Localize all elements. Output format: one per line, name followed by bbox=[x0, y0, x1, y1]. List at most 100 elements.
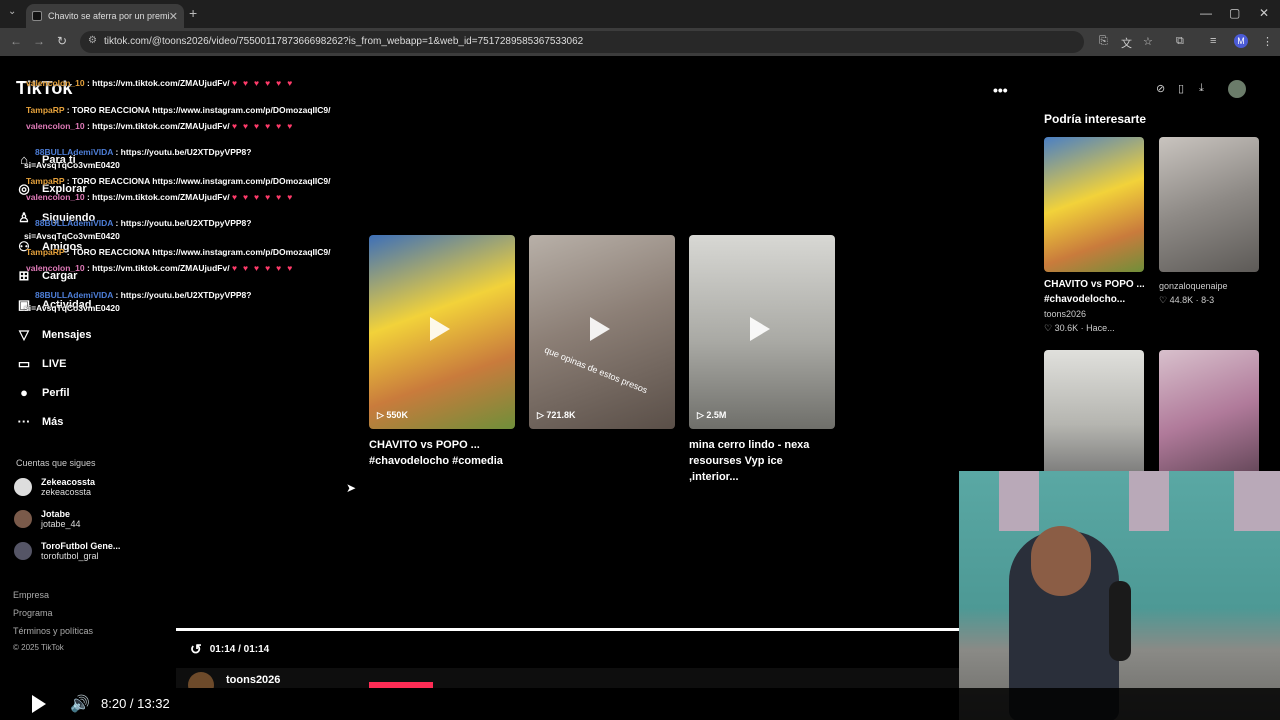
wall-poster bbox=[999, 471, 1039, 531]
messages-icon: ▽ bbox=[19, 327, 29, 342]
video-time-text: 01:14 / 01:14 bbox=[209, 644, 270, 655]
window-close-icon[interactable]: ✕ bbox=[1259, 6, 1269, 20]
footer-link-empresa[interactable]: Empresa bbox=[13, 590, 49, 600]
tab-search-icon[interactable]: ⌄ bbox=[8, 6, 16, 17]
replay-icon[interactable]: ↺ bbox=[190, 641, 202, 658]
chat-message: 88BULLAdemiVIDA : https://youtu.be/U2XTD… bbox=[35, 147, 251, 157]
recommended-hashtags: #chavodelocho... bbox=[1044, 294, 1126, 305]
reading-list-icon[interactable]: ≡ bbox=[1210, 35, 1216, 47]
account-handle: zekeacossta bbox=[41, 487, 92, 497]
chat-text: : https://youtu.be/U2XTDpyVPP8? bbox=[113, 290, 252, 300]
video-card[interactable]: ▷ 550K CHAVITO vs POPO ... #chavodelocho… bbox=[369, 235, 515, 469]
site-info-icon[interactable]: ⚙ bbox=[88, 35, 97, 46]
video-thumbnail[interactable]: ▷ 550K bbox=[369, 235, 515, 429]
recommended-video[interactable]: CHAVITO vs POPO ... #chavodelocho... too… bbox=[1044, 137, 1144, 335]
minimize-icon[interactable]: — bbox=[1200, 6, 1212, 20]
recommended-thumbnail[interactable] bbox=[1159, 350, 1259, 485]
video-thumbnail[interactable]: ▷ 2.5M bbox=[689, 235, 835, 429]
chat-message: 88BULLAdemiVIDA : https://youtu.be/U2XTD… bbox=[35, 218, 251, 228]
sidebar-item-live[interactable]: ▭ LIVE bbox=[16, 356, 67, 372]
recommended-thumbnail[interactable] bbox=[1044, 350, 1144, 485]
browser-tab-strip: ⌄ Chavito se aferra por un premi ✕ + — ▢… bbox=[0, 0, 1280, 28]
extensions-icon[interactable]: ⧉ bbox=[1176, 35, 1184, 48]
following-icon: ♙ bbox=[18, 210, 30, 225]
bookmark-star-icon[interactable]: ☆ bbox=[1143, 35, 1153, 48]
chat-message: si=AvsqTqCo3vmE0420 bbox=[24, 231, 120, 241]
chat-user: TampaRP bbox=[26, 105, 65, 115]
video-title[interactable]: mina cerro lindo - nexa resourses Vyp ic… bbox=[689, 437, 835, 485]
recommended-video[interactable] bbox=[1044, 350, 1144, 485]
author-name[interactable]: toons2026 bbox=[226, 674, 280, 686]
recommended-likes: ♡ 30.6K · Hace... bbox=[1044, 323, 1115, 333]
following-account[interactable]: Jotabe jotabe_44 bbox=[14, 509, 81, 529]
footer-link-terminos[interactable]: Términos y políticas bbox=[13, 626, 93, 636]
chat-text: si=AvsqTqCo3vmE0420 bbox=[24, 303, 120, 313]
video-progress-bar[interactable] bbox=[176, 628, 960, 631]
forward-icon[interactable]: → bbox=[33, 34, 45, 48]
chat-user: valencolon_10 bbox=[26, 263, 85, 273]
install-app-icon[interactable]: ⎘ bbox=[1099, 35, 1108, 48]
hearts-icon: ♥♥♥♥♥♥ bbox=[231, 78, 299, 88]
stream-player-controls: 🔊 8:20 / 13:32 bbox=[0, 688, 1280, 720]
translate-icon[interactable]: 文 bbox=[1121, 35, 1132, 51]
more-icon: ··· bbox=[17, 414, 31, 429]
download-icon[interactable]: ⤓ bbox=[1199, 82, 1204, 95]
video-thumbnail[interactable]: que opinas de estos presos ▷ 721.8K bbox=[529, 235, 675, 429]
recommended-thumbnail[interactable] bbox=[1159, 137, 1259, 272]
chat-user: valencolon_10 bbox=[26, 78, 85, 88]
play-icon bbox=[430, 317, 450, 341]
autoscroll-icon[interactable]: ⊘ bbox=[1156, 82, 1165, 95]
chat-text: si=AvsqTqCo3vmE0420 bbox=[24, 231, 120, 241]
microphone bbox=[1109, 581, 1131, 661]
video-card[interactable]: ▷ 2.5M mina cerro lindo - nexa resourses… bbox=[689, 235, 835, 485]
back-icon[interactable]: ← bbox=[10, 34, 22, 48]
sidebar-item-label: Mensajes bbox=[42, 329, 92, 341]
author-avatar[interactable] bbox=[188, 672, 214, 688]
browser-tab[interactable]: Chavito se aferra por un premi ✕ bbox=[26, 4, 184, 28]
account-handle: jotabe_44 bbox=[41, 519, 81, 529]
recommended-video[interactable]: gonzaloquenaipe ♡ 44.8K · 8-3 bbox=[1159, 137, 1259, 307]
video-title[interactable]: CHAVITO vs POPO ... #chavodelocho #comed… bbox=[369, 437, 515, 469]
view-count: ▷ 550K bbox=[377, 410, 408, 420]
chat-message: valencolon_10 : https://vm.tiktok.com/ZM… bbox=[26, 121, 298, 131]
sidebar-item-label: Más bbox=[42, 415, 64, 428]
chat-message: si=AvsqTqCo3vmE0420 bbox=[24, 160, 120, 170]
address-bar[interactable]: ⚙ tiktok.com/@toons2026/video/7550011787… bbox=[80, 31, 1084, 53]
reload-icon[interactable]: ↻ bbox=[57, 34, 67, 48]
video-time: ↺ 01:14 / 01:14 bbox=[190, 641, 269, 658]
sidebar-item-mensajes[interactable]: ▽ Mensajes bbox=[16, 327, 92, 343]
recommendations-title: Podría interesarte bbox=[1044, 112, 1147, 126]
view-count: ▷ 2.5M bbox=[697, 410, 727, 420]
profile-avatar[interactable]: M bbox=[1234, 34, 1248, 48]
sidebar-item-perfil[interactable]: ● Perfil bbox=[16, 385, 69, 400]
chat-message: TampaRP : TORO REACCIONA https://www.ins… bbox=[26, 247, 330, 257]
more-options-icon[interactable]: ••• bbox=[993, 82, 1008, 98]
volume-icon[interactable]: 🔊 bbox=[70, 694, 90, 714]
new-tab-button[interactable]: + bbox=[189, 5, 197, 21]
view-count-value: 550K bbox=[386, 410, 408, 420]
chat-user: 88BULLAdemiVIDA bbox=[35, 290, 114, 300]
account-name: Zekeacossta bbox=[41, 477, 96, 487]
video-card[interactable]: que opinas de estos presos ▷ 721.8K bbox=[529, 235, 675, 429]
live-icon: ▭ bbox=[17, 356, 31, 371]
user-avatar[interactable] bbox=[1228, 80, 1246, 98]
following-account[interactable]: Zekeacossta zekeacossta bbox=[14, 477, 95, 497]
video-caption: que opinas de estos presos bbox=[543, 344, 649, 396]
recommended-thumbnail[interactable] bbox=[1044, 137, 1144, 272]
play-button[interactable] bbox=[32, 695, 46, 713]
tab-close-icon[interactable]: ✕ bbox=[169, 10, 178, 23]
copyright: © 2025 TikTok bbox=[13, 643, 64, 652]
tiktok-page: TikTok ⌂ Para ti ◎ Explorar ♙ Siguiendo ⚇ Am… bbox=[0, 56, 1280, 720]
following-account[interactable]: ToroFutbol Gene... torofutbol_gral bbox=[14, 541, 120, 561]
sidebar-item-mas[interactable]: ··· Más bbox=[16, 414, 64, 429]
footer-link-programa[interactable]: Programa bbox=[13, 608, 53, 618]
chat-message: si=AvsqTqCo3vmE0420 bbox=[24, 303, 120, 313]
maximize-icon[interactable]: ▢ bbox=[1229, 6, 1240, 20]
hearts-icon: ♥♥♥♥♥♥ bbox=[231, 263, 299, 273]
browser-menu-icon[interactable]: ⋮ bbox=[1262, 35, 1273, 48]
recommended-video[interactable] bbox=[1159, 350, 1259, 485]
device-icon[interactable]: ▯ bbox=[1178, 82, 1184, 95]
avatar bbox=[14, 510, 32, 528]
tab-title: Chavito se aferra por un premi bbox=[48, 11, 169, 21]
hearts-icon: ♥♥♥♥♥♥ bbox=[231, 192, 299, 202]
